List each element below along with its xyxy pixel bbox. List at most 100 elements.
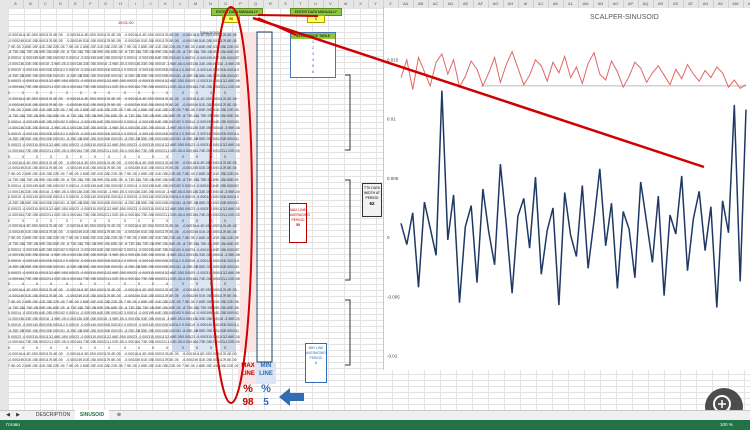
min-line-label: MIN LINE: [256, 362, 276, 384]
column-header[interactable]: N: [203, 0, 219, 8]
min-percent-input-cell[interactable]: 5: [307, 15, 325, 23]
tab-description[interactable]: DESCRIPTION: [32, 410, 74, 420]
max-line-period-value: 55: [296, 223, 300, 227]
table-cell[interactable]: 7.9E-05: [182, 363, 195, 369]
column-header[interactable]: AC: [428, 0, 444, 8]
column-header[interactable]: S: [278, 0, 294, 8]
add-sheet-icon[interactable]: ⊕: [114, 410, 124, 420]
column-header[interactable]: AU: [698, 0, 714, 8]
column-header[interactable]: X: [353, 0, 369, 8]
column-header[interactable]: AX: [743, 0, 750, 8]
column-header[interactable]: M: [188, 0, 204, 8]
table-cell[interactable]: 7.9E-05: [8, 363, 21, 369]
column-header[interactable]: E: [68, 0, 84, 8]
column-header[interactable]: B: [23, 0, 39, 8]
column-header[interactable]: AL: [563, 0, 579, 8]
table-cell[interactable]: 2.65E-05: [80, 363, 95, 369]
min-line-period-value: 3: [315, 361, 317, 365]
table-cell[interactable]: 7.41E-05: [210, 363, 225, 369]
column-header[interactable]: AN: [593, 0, 609, 8]
spreadsheet-window: A B C D E F G H I J K L M N O P Q R S T U V W X Y Z AA AB AC AD AE AF AG…: [0, 0, 750, 430]
max-percent-sign: %: [243, 383, 253, 395]
tab-scroll-right-icon[interactable]: ▶: [14, 410, 22, 420]
column-header[interactable]: Z: [383, 0, 399, 8]
sinusoid-label: SINUSOID: [200, 30, 220, 35]
max-line-column: [240, 32, 256, 352]
zoom-level[interactable]: 100 %: [720, 420, 733, 430]
column-header[interactable]: I: [128, 0, 144, 8]
reference-table-item: 6: [312, 70, 314, 74]
column-header[interactable]: AP: [623, 0, 639, 8]
min-line-period-box: MIN LINE AVERAGING PERIOD 3: [305, 343, 327, 383]
column-header[interactable]: O: [218, 0, 234, 8]
min-line-period-label: MIN LINE AVERAGING PERIOD: [306, 346, 326, 360]
column-header[interactable]: AH: [503, 0, 519, 8]
y-tick-label: 0: [387, 235, 390, 240]
table-cell[interactable]: 2.65E-05: [138, 363, 153, 369]
table-cell[interactable]: 2.22E-05: [50, 363, 65, 369]
column-header[interactable]: AO: [608, 0, 624, 8]
column-header[interactable]: T: [293, 0, 309, 8]
column-header[interactable]: J: [143, 0, 159, 8]
reference-table: REFERENCE TABLE 123456: [290, 32, 336, 78]
table-cell[interactable]: 7.9E-05: [124, 363, 137, 369]
column-header[interactable]: Q: [248, 0, 264, 8]
table-cell[interactable]: 7.41E-05: [94, 363, 109, 369]
table-cell[interactable]: 7.41E-05: [152, 363, 167, 369]
column-header[interactable]: AD: [443, 0, 459, 8]
column-header[interactable]: AR: [653, 0, 669, 8]
column-header[interactable]: AS: [668, 0, 684, 8]
table-cell[interactable]: 2.22E-05: [108, 363, 123, 369]
column-header[interactable]: Y: [368, 0, 384, 8]
column-header[interactable]: H: [113, 0, 129, 8]
y-tick-label: 0.01: [387, 117, 396, 122]
column-header[interactable]: D: [53, 0, 69, 8]
table-row[interactable]: 7.9E-05 2.65E-05 7.41E-05 2.22E-05 7.9E-05 2.…: [8, 363, 239, 369]
column-header[interactable]: AK: [548, 0, 564, 8]
column-header[interactable]: W: [338, 0, 354, 8]
table-cell[interactable]: 2.65E-05: [196, 363, 211, 369]
table-cell[interactable]: 7.9E-05: [66, 363, 79, 369]
column-header[interactable]: AW: [728, 0, 744, 8]
ttk-data-width-value: 62: [369, 201, 375, 206]
table-cell[interactable]: 2.22E-05: [224, 363, 239, 369]
max-line-period-label: MAX LINE AVERAGING PERIOD: [290, 208, 310, 222]
table-cell[interactable]: 7.41E-05: [36, 363, 51, 369]
table-cell[interactable]: 2.65E-05: [22, 363, 37, 369]
column-header[interactable]: AE: [458, 0, 474, 8]
tab-scroll-left-icon[interactable]: ◀: [4, 410, 12, 420]
column-header[interactable]: P: [233, 0, 249, 8]
column-header[interactable]: AG: [488, 0, 504, 8]
min-percent-value: 5: [263, 397, 269, 408]
column-header[interactable]: G: [98, 0, 114, 8]
column-header[interactable]: AA: [398, 0, 414, 8]
column-header[interactable]: AB: [413, 0, 429, 8]
column-header[interactable]: L: [173, 0, 189, 8]
max-percent-value: 98: [242, 397, 254, 408]
status-bar: Готово 100 %: [0, 420, 750, 430]
column-header[interactable]: V: [323, 0, 339, 8]
series-line-1: [400, 90, 747, 308]
column-header[interactable]: AI: [518, 0, 534, 8]
column-header[interactable]: C: [38, 0, 54, 8]
table-cell[interactable]: 2.22E-05: [166, 363, 181, 369]
column-header[interactable]: AT: [683, 0, 699, 8]
column-header[interactable]: F: [83, 0, 99, 8]
column-header[interactable]: R: [263, 0, 279, 8]
time-label: 15:01:00: [118, 20, 134, 25]
y-tick-label: 0.015: [387, 57, 399, 62]
column-header[interactable]: AM: [578, 0, 594, 8]
y-tick-label: -0.005: [387, 294, 400, 299]
max-percent-input-cell[interactable]: 98: [222, 15, 240, 23]
min-percent-sign: %: [261, 383, 271, 395]
column-header[interactable]: AV: [713, 0, 729, 8]
y-tick-label: 0.005: [387, 176, 399, 181]
column-header[interactable]: AF: [473, 0, 489, 8]
column-header[interactable]: AJ: [533, 0, 549, 8]
ttk-data-width-box: TTK DATA WIDTH AT PERIOD 62: [362, 183, 382, 217]
column-header[interactable]: A: [8, 0, 24, 8]
column-header[interactable]: U: [308, 0, 324, 8]
column-header[interactable]: K: [158, 0, 174, 8]
column-header[interactable]: AQ: [638, 0, 654, 8]
max-line-label: MAX LINE: [238, 362, 258, 384]
